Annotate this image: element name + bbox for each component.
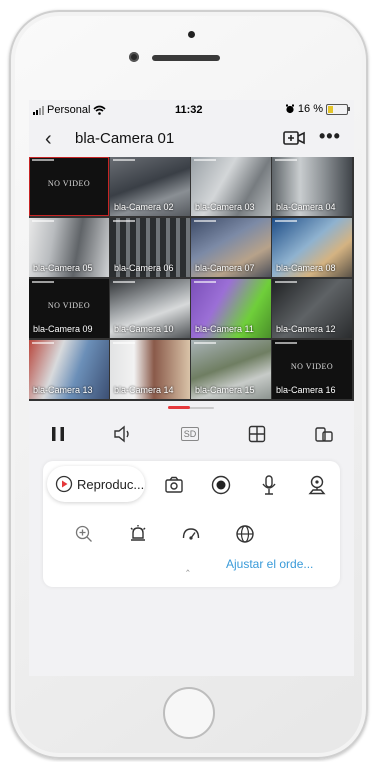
camera-grid: NO VIDEO bla-Camera 02 bla-Camera 03 bla… [29, 157, 354, 401]
camera-tile[interactable]: NO VIDEO [29, 157, 109, 216]
stage: Personal 11:32 16 % ‹ bla-Camera 01 ••• … [0, 0, 373, 762]
chevron-up-icon[interactable]: ‸ [186, 559, 190, 572]
more-icon[interactable]: ••• [319, 126, 341, 147]
wifi-icon [93, 105, 106, 115]
camera-tile[interactable]: bla-Camera 13 [29, 340, 109, 399]
camera-tile[interactable]: bla-Camera 04 [272, 157, 352, 216]
status-bar: Personal 11:32 16 % [29, 100, 354, 120]
camera-label: bla-Camera 05 [33, 263, 93, 273]
camera-tile[interactable]: bla-Camera 11 [191, 279, 271, 338]
playback-label: Reproduc... [77, 476, 145, 492]
battery-icon [326, 103, 350, 115]
camera-label: bla-Camera 12 [276, 324, 336, 334]
front-camera [129, 52, 139, 62]
battery-percent: 16 % [297, 103, 323, 115]
osd-overlay [113, 159, 135, 161]
ptz-icon[interactable] [306, 474, 328, 496]
record-icon[interactable] [210, 474, 232, 496]
camera-label: bla-Camera 13 [33, 385, 93, 395]
playback-button[interactable]: Reproduc... [47, 466, 145, 502]
reorder-link[interactable]: Ajustar el orde... [226, 557, 313, 571]
speaker-icon[interactable] [112, 423, 134, 445]
home-button[interactable] [163, 687, 215, 739]
nav-bar: ‹ bla-Camera 01 ••• [29, 120, 354, 156]
page-indicator[interactable] [29, 405, 354, 411]
sd-label: SD [180, 427, 200, 441]
osd-overlay [194, 159, 216, 161]
camera-label: bla-Camera 09 [33, 324, 93, 334]
camera-label: bla-Camera 11 [195, 324, 254, 334]
rotate-screen-icon[interactable] [313, 423, 335, 445]
osd-overlay [275, 220, 297, 222]
osd-overlay [113, 281, 135, 283]
camera-label: bla-Camera 04 [276, 202, 336, 212]
camera-tile[interactable]: NO VIDEO bla-Camera 09 [29, 279, 109, 338]
no-video-label: NO VIDEO [47, 301, 91, 310]
osd-overlay [32, 342, 54, 344]
camera-tile[interactable]: bla-Camera 03 [191, 157, 271, 216]
camera-tile[interactable]: bla-Camera 06 [110, 218, 190, 277]
grid-layout-icon[interactable] [246, 423, 268, 445]
playback-icon [55, 475, 73, 493]
camera-label: bla-Camera 14 [114, 385, 174, 395]
camera-tile[interactable]: bla-Camera 08 [272, 218, 352, 277]
camera-label: bla-Camera 16 [276, 385, 336, 395]
camera-tile[interactable]: bla-Camera 15 [191, 340, 271, 399]
status-left: Personal [33, 104, 106, 116]
osd-overlay [113, 342, 135, 344]
osd-overlay [32, 220, 54, 222]
osd-overlay [275, 281, 297, 283]
page-title: bla-Camera 01 [75, 130, 175, 147]
osd-overlay [194, 220, 216, 222]
alarm-icon [285, 104, 294, 114]
camera-tile[interactable]: bla-Camera 14 [110, 340, 190, 399]
front-sensor [188, 31, 195, 38]
osd-overlay [275, 159, 297, 161]
pause-icon[interactable] [47, 423, 69, 445]
signal-icon [33, 105, 44, 115]
camera-label: bla-Camera 06 [114, 263, 174, 273]
camera-tile[interactable]: bla-Camera 07 [191, 218, 271, 277]
earpiece-speaker [152, 55, 220, 61]
no-video-label: NO VIDEO [290, 362, 334, 371]
camera-label: bla-Camera 07 [195, 263, 255, 273]
zoom-in-icon[interactable] [73, 523, 95, 545]
status-time: 11:32 [175, 104, 203, 116]
camera-label: bla-Camera 15 [195, 385, 255, 395]
globe-icon[interactable] [234, 523, 256, 545]
camera-label: bla-Camera 10 [114, 324, 174, 334]
osd-overlay [32, 159, 54, 161]
playback-controls: SD [29, 417, 354, 451]
function-panel: Reproduc... ‸ Ajustar el orde... [43, 461, 340, 587]
camera-tile[interactable]: bla-Camera 02 [110, 157, 190, 216]
osd-overlay [194, 342, 216, 344]
camera-label: bla-Camera 03 [195, 202, 255, 212]
carrier-label: Personal [47, 104, 91, 116]
status-right: 16 % [285, 103, 350, 115]
camera-tile[interactable]: bla-Camera 05 [29, 218, 109, 277]
speed-gauge-icon[interactable] [180, 523, 202, 545]
back-icon[interactable]: ‹ [45, 128, 52, 151]
add-video-icon[interactable] [283, 129, 305, 147]
camera-label: bla-Camera 08 [276, 263, 336, 273]
osd-overlay [32, 281, 54, 283]
no-video-label: NO VIDEO [47, 179, 91, 188]
osd-overlay [275, 342, 297, 344]
sd-quality-button[interactable]: SD [179, 423, 201, 445]
camera-tile[interactable]: bla-Camera 12 [272, 279, 352, 338]
osd-overlay [113, 220, 135, 222]
osd-overlay [194, 281, 216, 283]
camera-tile[interactable]: NO VIDEO bla-Camera 16 [272, 340, 352, 399]
page-indicator-active [168, 406, 190, 409]
alarm-output-icon[interactable] [127, 523, 149, 545]
microphone-icon[interactable] [258, 474, 280, 496]
camera-tile[interactable]: bla-Camera 10 [110, 279, 190, 338]
app-screen: Personal 11:32 16 % ‹ bla-Camera 01 ••• … [29, 100, 354, 676]
snapshot-icon[interactable] [163, 474, 185, 496]
camera-label: bla-Camera 02 [114, 202, 174, 212]
